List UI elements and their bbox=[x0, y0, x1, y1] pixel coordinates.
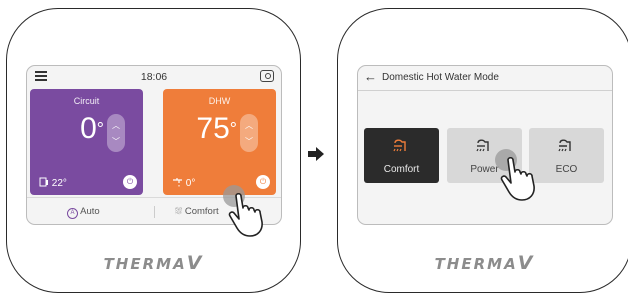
thermostat-device-left: 18:06 Circuit 0° ︿ ﹀ 22° ⏻ DHW 75° ︿ ﹀ 0… bbox=[6, 8, 301, 293]
chevron-down-icon[interactable]: ﹀ bbox=[240, 136, 258, 147]
dhw-temp: 75° bbox=[196, 112, 237, 145]
dhw-stepper[interactable]: ︿ ﹀ bbox=[240, 114, 258, 152]
thermostat-device-right: ← Domestic Hot Water Mode Comfort Power bbox=[337, 8, 628, 293]
circuit-stepper[interactable]: ︿ ﹀ bbox=[107, 114, 125, 152]
mode-label: Comfort bbox=[383, 164, 420, 175]
dhw-label: DHW bbox=[208, 96, 231, 106]
clock: 18:06 bbox=[140, 71, 168, 83]
circuit-temp: 0° bbox=[80, 112, 104, 145]
hand-pointer-icon bbox=[223, 185, 263, 237]
circuit-tile[interactable]: Circuit 0° ︿ ﹀ 22° ⏻ bbox=[30, 89, 143, 195]
tap-icon bbox=[173, 178, 182, 187]
page-title: Domestic Hot Water Mode bbox=[382, 72, 499, 83]
dhw-current: 0° bbox=[172, 177, 195, 189]
top-bar: 18:06 bbox=[27, 66, 281, 88]
room-thermometer-icon bbox=[39, 177, 48, 187]
auto-icon: A bbox=[67, 208, 78, 219]
brand-logo: THERMAV bbox=[434, 252, 535, 274]
shower-icon: ⛆ bbox=[175, 206, 183, 216]
dhw-tile[interactable]: DHW 75° ︿ ﹀ 0° ⏻ bbox=[163, 89, 276, 195]
search-icon[interactable] bbox=[260, 70, 274, 82]
chevron-up-icon[interactable]: ︿ bbox=[107, 120, 125, 131]
shower-eco-icon bbox=[558, 139, 571, 152]
back-arrow-icon[interactable]: ← bbox=[364, 69, 377, 84]
arrow-right-icon bbox=[308, 147, 324, 161]
divider bbox=[154, 206, 155, 218]
auto-mode-button[interactable]: A Auto bbox=[67, 206, 100, 219]
chevron-up-icon[interactable]: ︿ bbox=[240, 120, 258, 131]
circuit-current: 22° bbox=[39, 177, 67, 189]
hand-pointer-icon bbox=[495, 149, 535, 201]
shower-icon bbox=[393, 139, 406, 152]
circuit-label: Circuit bbox=[73, 96, 100, 106]
power-icon[interactable]: ⏻ bbox=[123, 175, 137, 189]
dhw-mode-screen: ← Domestic Hot Water Mode Comfort Power bbox=[357, 65, 613, 225]
chevron-down-icon[interactable]: ﹀ bbox=[107, 136, 125, 147]
brand-logo: THERMAV bbox=[103, 252, 204, 274]
comfort-mode-button[interactable]: ⛆ Comfort bbox=[175, 206, 219, 217]
mode-comfort-button[interactable]: Comfort bbox=[364, 128, 439, 183]
dhw-header: ← Domestic Hot Water Mode bbox=[358, 66, 612, 91]
shower-power-icon bbox=[476, 139, 489, 152]
